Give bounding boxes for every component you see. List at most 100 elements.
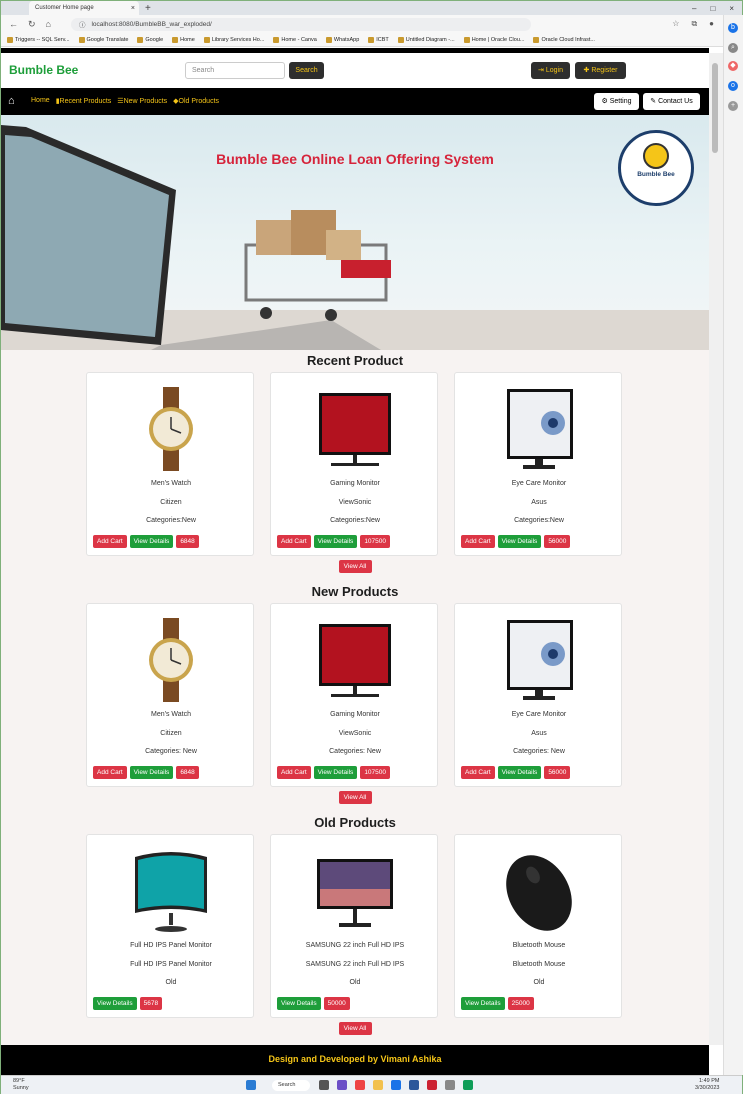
taskbar-search[interactable]: Search [272, 1080, 310, 1091]
search-button[interactable]: Search [289, 62, 324, 79]
bookmark-item[interactable]: Google [137, 36, 163, 43]
badge-name: Bumble Bee [637, 171, 675, 178]
bookmark-label: Library Services Ho... [211, 36, 265, 43]
browser-tab[interactable]: Customer Home page × [29, 1, 139, 15]
nav-recent-products[interactable]: ▮Recent Products [56, 97, 112, 105]
login-button[interactable]: ⇥ Login [531, 62, 570, 79]
word-icon[interactable] [409, 1080, 419, 1090]
bookmark-item[interactable]: Untitled Diagram -... [397, 36, 455, 43]
product-category: Categories: New [145, 748, 197, 755]
site-header: Bumble Bee Search Search ⇥ Login ✚ Regis… [1, 53, 709, 88]
edge-icon[interactable] [463, 1080, 473, 1090]
close-window-icon[interactable]: × [729, 4, 734, 13]
site-logo[interactable]: Bumble Bee [9, 63, 78, 77]
bookmarks-bar: Triggers -- SQL Serv... Google Translate G… [1, 33, 742, 47]
maximize-icon[interactable]: □ [710, 4, 715, 13]
chrome-icon[interactable] [355, 1080, 365, 1090]
add-cart-button[interactable]: Add Cart [461, 535, 495, 548]
bookmark-item[interactable]: Home [172, 36, 195, 43]
back-icon[interactable]: ← [9, 19, 18, 29]
login-icon: ⇥ [538, 67, 546, 74]
add-cart-button[interactable]: Add Cart [277, 535, 311, 548]
add-icon[interactable]: + [728, 101, 738, 111]
extensions-icon[interactable]: ⧉ [691, 19, 697, 29]
view-all-button[interactable]: View All [338, 560, 372, 573]
chat-icon[interactable] [337, 1080, 347, 1090]
app-icon[interactable] [427, 1080, 437, 1090]
bookmark-item[interactable]: Library Services Ho... [203, 36, 265, 43]
scroll-thumb[interactable] [712, 63, 718, 153]
copilot-icon[interactable]: b [728, 23, 738, 33]
view-details-button[interactable]: View Details [497, 766, 542, 779]
scrollbar[interactable] [709, 53, 723, 1045]
bookmark-icon [203, 36, 210, 43]
nav-label: New Products [123, 98, 168, 105]
add-cart-button[interactable]: Add Cart [277, 766, 311, 779]
product-brand: ViewSonic [338, 499, 372, 506]
clock[interactable]: 1:49 PM 3/30/2023 [695, 1078, 719, 1092]
setting-button[interactable]: ⚙ Setting [594, 93, 639, 110]
view-all-button[interactable]: View All [338, 1022, 372, 1035]
nav-home[interactable]: Home [31, 97, 50, 105]
refresh-icon[interactable]: ↻ [28, 19, 36, 30]
view-details-button[interactable]: View Details [313, 535, 358, 548]
add-cart-button[interactable]: Add Cart [461, 766, 495, 779]
bookmark-item[interactable]: Triggers -- SQL Serv... [7, 36, 70, 43]
nav-new-products[interactable]: ☰New Products [117, 97, 167, 105]
add-cart-button[interactable]: Add Cart [93, 766, 127, 779]
new-tab-icon[interactable]: + [145, 3, 151, 14]
app-icon[interactable] [391, 1080, 401, 1090]
parcel [326, 230, 361, 260]
bookmark-item[interactable]: Google Translate [78, 36, 128, 43]
section-title: New Products [311, 584, 399, 599]
bookmark-icon [368, 36, 375, 43]
price-badge: 25000 [507, 997, 534, 1010]
bookmark-item[interactable]: Home | Oracle Clou... [463, 36, 524, 43]
register-label: Register [591, 67, 618, 74]
add-cart-button[interactable]: Add Cart [93, 535, 127, 548]
close-tab-icon[interactable]: × [131, 5, 135, 12]
bookmark-item[interactable]: Home - Canva [273, 36, 317, 43]
outlook-icon[interactable]: o [728, 81, 738, 91]
shopping-icon[interactable]: ◆ [728, 61, 738, 71]
nav-old-products[interactable]: ◆Old Products [173, 97, 219, 105]
gear-icon: ⚙ [601, 98, 610, 105]
view-details-button[interactable]: View Details [313, 766, 358, 779]
file-explorer-icon[interactable] [373, 1080, 383, 1090]
bookmark-label: ICBT [376, 36, 389, 43]
bookmark-icon [7, 36, 13, 43]
bookmark-item[interactable]: Oracle Cloud Infrast... [533, 36, 595, 43]
app-icon[interactable] [445, 1080, 455, 1090]
home-browser-icon[interactable]: ⌂ [46, 19, 51, 29]
bookmark-label: Home [180, 36, 195, 43]
view-details-button[interactable]: View Details [93, 997, 137, 1010]
bookmark-icon [325, 36, 332, 43]
start-icon[interactable] [246, 1080, 256, 1090]
price-badge: 50000 [323, 997, 350, 1010]
task-view-icon[interactable] [319, 1080, 329, 1090]
minimize-icon[interactable]: – [692, 4, 696, 13]
info-icon: ⓘ [78, 22, 86, 29]
view-all-button[interactable]: View All [338, 791, 372, 804]
view-details-button[interactable]: View Details [461, 997, 505, 1010]
price-badge: 5678 [139, 997, 163, 1010]
bookmark-item[interactable]: ICBT [368, 36, 389, 43]
url-field[interactable]: ⓘ localhost:8080/BumbleBB_war_exploded/ [70, 17, 531, 31]
contact-button[interactable]: ✎ Contact Us [643, 93, 700, 110]
view-details-button[interactable]: View Details [497, 535, 542, 548]
bookmark-label: WhatsApp [333, 36, 360, 43]
price-badge: 6848 [176, 535, 199, 548]
view-details-button[interactable]: View Details [129, 766, 174, 779]
weather-widget[interactable]: 89°F Sunny [13, 1078, 29, 1092]
view-details-button[interactable]: View Details [277, 997, 321, 1010]
view-details-button[interactable]: View Details [129, 535, 174, 548]
bookmark-icon [137, 36, 144, 43]
profile-icon[interactable]: ● [709, 19, 714, 29]
bookmark-item[interactable]: WhatsApp [325, 36, 360, 43]
search-icon[interactable]: ⌕ [728, 43, 738, 53]
favorite-icon[interactable]: ☆ [672, 19, 679, 29]
search-input[interactable]: Search [185, 62, 285, 79]
home-icon[interactable]: ⌂ [8, 95, 20, 107]
register-button[interactable]: ✚ Register [575, 62, 626, 79]
product-row: Men's Watch Citizen Categories: New Add Car… [1, 603, 709, 787]
